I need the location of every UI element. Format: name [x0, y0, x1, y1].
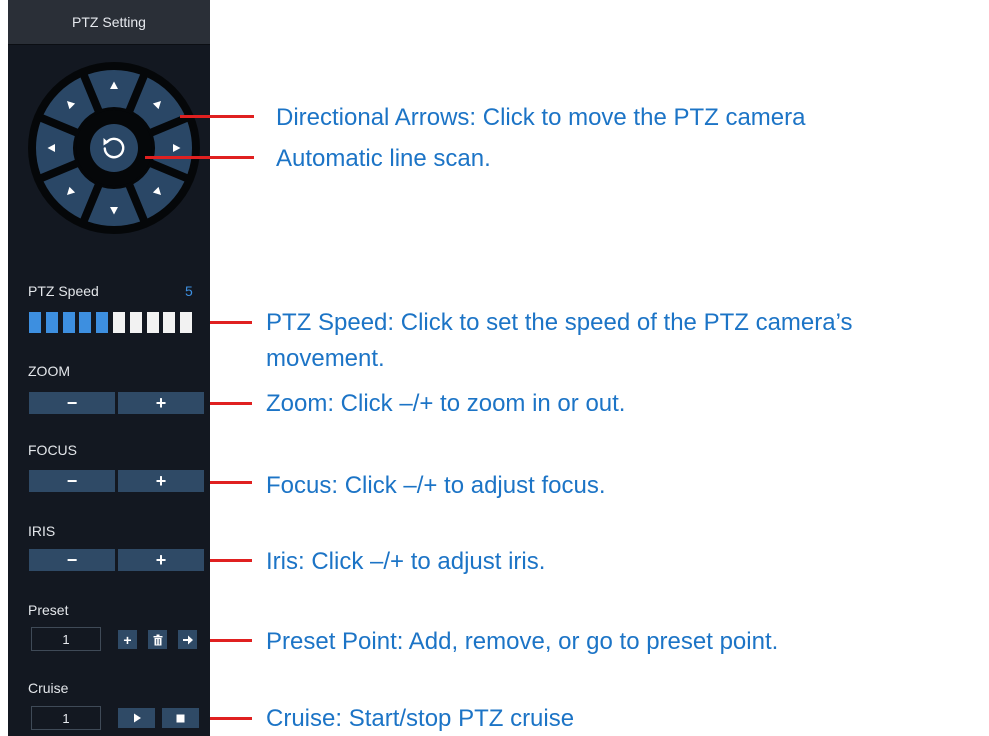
speed-segment[interactable]	[129, 312, 142, 333]
focus-callout: Focus: Click –/+ to adjust focus.	[266, 472, 606, 499]
preset-callout: Preset Point: Add, remove, or go to pres…	[266, 628, 779, 655]
preset-goto-button[interactable]	[178, 630, 197, 649]
directional-callout-line	[180, 115, 254, 118]
zoom-in-button[interactable]: +	[118, 392, 204, 414]
iris-label: IRIS	[28, 523, 56, 539]
focus-plus-button[interactable]: +	[118, 470, 204, 492]
preset-delete-button[interactable]	[148, 630, 167, 649]
speed-segment[interactable]	[146, 312, 159, 333]
speed-segment[interactable]	[163, 312, 176, 333]
directional-callout: Directional Arrows: Click to move the PT…	[276, 104, 806, 131]
speed-segment[interactable]	[113, 312, 125, 333]
speed-segment[interactable]	[29, 312, 41, 333]
iris-plus-button[interactable]: +	[118, 549, 204, 571]
focus-callout-line	[210, 481, 252, 484]
speed-segment[interactable]	[96, 312, 109, 333]
preset-label: Preset	[28, 602, 69, 618]
iris-callout-line	[210, 559, 252, 562]
cruise-label: Cruise	[28, 680, 69, 696]
focus-minus-button[interactable]: −	[29, 470, 115, 492]
speed-callout-line	[210, 321, 252, 324]
speed-label: PTZ Speed	[28, 283, 99, 299]
zoom-callout: Zoom: Click –/+ to zoom in or out.	[266, 390, 626, 417]
zoom-out-button[interactable]: −	[29, 392, 115, 414]
ptz-panel: PTZ Setting PTZ Speed 5 ZOOM − + FOCUS −…	[8, 0, 210, 736]
cruise-number-field[interactable]: 1	[31, 706, 101, 730]
speed-segment[interactable]	[79, 312, 92, 333]
focus-label: FOCUS	[28, 442, 77, 458]
preset-callout-line	[210, 639, 252, 642]
cruise-stop-button[interactable]	[162, 708, 199, 728]
speed-segment[interactable]	[180, 312, 193, 333]
speed-segment[interactable]	[45, 312, 58, 333]
trash-icon	[153, 634, 162, 645]
autoscan-callout-line	[145, 156, 254, 159]
cruise-start-button[interactable]	[118, 708, 155, 728]
preset-number-field[interactable]: 1	[31, 627, 101, 651]
direction-dial	[28, 62, 200, 234]
zoom-callout-line	[210, 402, 252, 405]
panel-title: PTZ Setting	[8, 0, 210, 45]
stop-icon	[176, 714, 185, 722]
speed-callout-line1: PTZ Speed: Click to set the speed of the…	[266, 309, 853, 336]
cruise-callout: Cruise: Start/stop PTZ cruise	[266, 705, 575, 732]
arrow-right-icon	[182, 635, 193, 644]
preset-add-button[interactable]: +	[118, 630, 137, 649]
speed-value: 5	[185, 283, 193, 299]
iris-callout: Iris: Click –/+ to adjust iris.	[266, 548, 546, 575]
cruise-callout-line	[210, 717, 252, 720]
iris-minus-button[interactable]: −	[29, 549, 115, 571]
auto-scan-button[interactable]	[90, 124, 138, 172]
play-icon	[133, 713, 141, 723]
zoom-label: ZOOM	[28, 363, 70, 379]
autoscan-callout: Automatic line scan.	[276, 145, 491, 172]
speed-segment[interactable]	[62, 312, 75, 333]
speed-callout-line2: movement.	[266, 345, 385, 372]
